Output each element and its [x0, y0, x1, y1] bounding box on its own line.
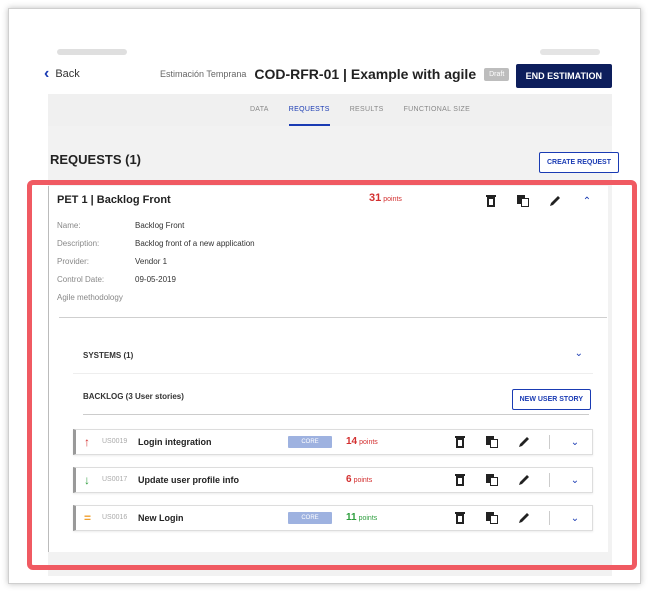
- story-points: 6 points: [346, 474, 372, 485]
- section-divider: [59, 317, 607, 318]
- user-story-row[interactable]: ↓ US0017 Update user profile info 6 point…: [73, 467, 593, 493]
- edit-icon[interactable]: [517, 511, 531, 525]
- backlog-label: BACKLOG (3 User stories): [83, 392, 184, 401]
- request-points-unit: points: [383, 196, 402, 203]
- systems-panel[interactable]: SYSTEMS (1) ⌄: [73, 338, 593, 374]
- detail-label: Description:: [57, 238, 100, 248]
- page-title-group: Estimación Temprana COD-RFR-01 | Example…: [160, 66, 510, 82]
- request-details: Name: Backlog Front Description: Backlog f…: [57, 216, 255, 306]
- user-story-row[interactable]: ↑ US0019 Login integration CORE 14 points…: [73, 429, 593, 455]
- chevron-left-icon: ‹: [44, 65, 50, 82]
- request-card: PET 1 | Backlog Front 31 points ⌃ Name: Ba…: [48, 186, 608, 552]
- story-points: 14 points: [346, 436, 378, 447]
- edit-icon[interactable]: [517, 473, 531, 487]
- detail-label: Control Date:: [57, 274, 105, 284]
- tab-results[interactable]: RESULTS: [350, 94, 384, 126]
- story-points-unit: points: [353, 477, 373, 484]
- chevron-down-icon[interactable]: ⌄: [575, 348, 583, 359]
- story-points-value: 11: [346, 512, 357, 523]
- story-points: 11 points: [346, 512, 377, 523]
- separator: [549, 473, 550, 487]
- user-story-row[interactable]: = US0016 New Login CORE 11 points ⌄: [73, 505, 593, 531]
- tab-data[interactable]: DATA: [250, 94, 269, 126]
- detail-row: Description: Backlog front of a new appli…: [57, 234, 255, 252]
- backlog-divider: [83, 414, 589, 415]
- detail-value: 09-05-2019: [135, 274, 176, 284]
- story-actions: ⌄: [453, 435, 582, 449]
- systems-label: SYSTEMS (1): [83, 351, 134, 360]
- page-subtitle: Estimación Temprana: [160, 69, 247, 79]
- chevron-down-icon[interactable]: ⌄: [568, 511, 582, 525]
- detail-value: Vendor 1: [135, 256, 168, 266]
- delete-icon[interactable]: [484, 194, 498, 208]
- page-title: COD-RFR-01 | Example with agile: [254, 66, 477, 82]
- detail-label: Provider:: [57, 256, 90, 266]
- separator: [549, 511, 550, 525]
- request-points: 31 points: [369, 192, 402, 204]
- delete-icon[interactable]: [453, 435, 467, 449]
- detail-label: Name:: [57, 220, 81, 230]
- detail-row: Provider: Vendor 1: [57, 252, 255, 270]
- edit-icon[interactable]: [548, 194, 562, 208]
- requests-heading: REQUESTS (1): [50, 152, 142, 167]
- detail-row: Control Date: 09-05-2019: [57, 270, 255, 288]
- estimation-header: ‹ Back Estimación Temprana COD-RFR-01 | …: [40, 58, 612, 94]
- priority-up-icon: ↑: [84, 435, 90, 449]
- copy-icon[interactable]: [516, 194, 530, 208]
- create-request-button[interactable]: CREATE REQUEST: [538, 152, 619, 173]
- story-points-unit: points: [358, 515, 378, 522]
- detail-row: Agile methodology: [57, 288, 255, 306]
- priority-down-icon: ↓: [84, 473, 90, 487]
- tab-bar: DATA REQUESTS RESULTS FUNCTIONAL SIZE: [48, 94, 612, 126]
- back-label: Back: [55, 68, 80, 80]
- chevron-down-icon[interactable]: ⌄: [568, 435, 582, 449]
- request-title: PET 1 | Backlog Front: [57, 194, 171, 206]
- chevron-up-icon[interactable]: ⌃: [580, 194, 594, 208]
- story-name: Update user profile info: [138, 475, 240, 485]
- copy-icon[interactable]: [485, 473, 499, 487]
- edit-icon[interactable]: [517, 435, 531, 449]
- story-points-value: 14: [346, 436, 358, 447]
- detail-row: Name: Backlog Front: [57, 216, 255, 234]
- new-user-story-button[interactable]: NEW USER STORY: [511, 389, 591, 410]
- detail-label: Agile methodology: [57, 292, 123, 302]
- back-button[interactable]: ‹ Back: [44, 65, 80, 82]
- tab-requests[interactable]: REQUESTS: [288, 94, 330, 126]
- separator: [549, 435, 550, 449]
- story-points-value: 6: [346, 474, 352, 485]
- story-name: New Login: [138, 513, 184, 523]
- story-tag: CORE: [288, 436, 332, 448]
- story-id: US0019: [102, 438, 128, 445]
- copy-icon[interactable]: [485, 435, 499, 449]
- story-points-unit: points: [359, 439, 378, 446]
- tab-functional-size[interactable]: FUNCTIONAL SIZE: [404, 94, 470, 126]
- story-name: Login integration: [138, 437, 212, 447]
- end-estimation-button[interactable]: END ESTIMATION: [515, 64, 612, 88]
- story-actions: ⌄: [453, 473, 582, 487]
- detail-value: Backlog Front: [135, 220, 185, 230]
- blurred-topbar-icons: [540, 49, 600, 55]
- story-id: US0016: [102, 514, 128, 521]
- request-actions: ⌃: [484, 194, 594, 208]
- delete-icon[interactable]: [453, 511, 467, 525]
- detail-value: Backlog front of a new application: [135, 238, 255, 248]
- story-tag: CORE: [288, 512, 332, 524]
- blurred-topbar-text: [57, 49, 127, 55]
- priority-equal-icon: =: [84, 511, 92, 525]
- story-actions: ⌄: [453, 511, 582, 525]
- chevron-down-icon[interactable]: ⌄: [568, 473, 582, 487]
- request-points-value: 31: [369, 192, 382, 204]
- story-id: US0017: [102, 476, 128, 483]
- delete-icon[interactable]: [453, 473, 467, 487]
- status-badge: Draft: [484, 67, 510, 81]
- copy-icon[interactable]: [485, 511, 499, 525]
